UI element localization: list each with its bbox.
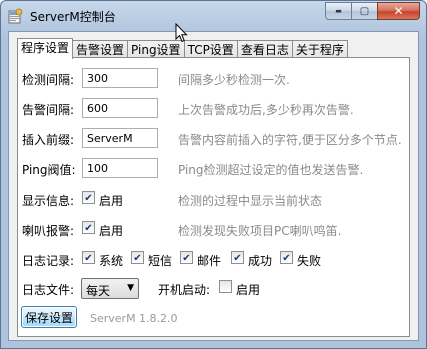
show-info-label: 显示信息: (22, 194, 75, 208)
beep-alarm-hint: 检测发现失败项目PC喇叭鸣笛. (178, 224, 342, 238)
log-failure-label[interactable]: 失败 (297, 252, 321, 269)
autostart-checkbox[interactable] (219, 280, 232, 293)
alarm-interval-label: 告警间隔: (22, 103, 75, 117)
maximize-button[interactable]: ▢ (351, 2, 377, 20)
close-icon: ✕ (393, 4, 404, 18)
prefix-hint: 告警内容前插入的字符,便于区分多个节点. (178, 133, 402, 147)
mouse-cursor-icon (175, 23, 188, 43)
log-file-row: 日志文件: 每天 ▼ 开机启动: 启用 (18, 278, 409, 300)
log-success-label[interactable]: 成功 (248, 252, 272, 269)
interval-row: 检测间隔: 间隔多少秒检测一次. (18, 68, 409, 90)
log-sms-label[interactable]: 短信 (148, 252, 172, 269)
settings-panel: 检测间隔: 间隔多少秒检测一次. 告警间隔: 上次告警成功后,多少秒再次告警. … (17, 57, 410, 337)
maximize-icon: ▢ (359, 5, 370, 17)
log-file-label: 日志文件: (22, 283, 75, 297)
log-file-selected-value: 每天 (86, 284, 111, 298)
prefix-input[interactable] (82, 128, 158, 148)
prefix-row: 插入前缀: 告警内容前插入的字符,便于区分多个节点. (18, 128, 409, 150)
autostart-label: 开机启动: (158, 283, 211, 297)
show-info-option-label[interactable]: 启用 (99, 192, 123, 209)
save-settings-button[interactable]: 保存设置 (21, 306, 77, 328)
show-info-hint: 检测的过程中显示当前状态 (178, 194, 323, 208)
title-bar[interactable]: ServerM控制台 ▬ ▢ ✕ (1, 1, 426, 31)
log-file-select[interactable]: 每天 ▼ (81, 278, 139, 299)
log-success-checkbox[interactable] (231, 251, 244, 264)
ping-threshold-hint: Ping检测超过设定的值也发送告警. (178, 163, 364, 177)
autostart-option-label[interactable]: 启用 (236, 281, 260, 298)
alarm-interval-row: 告警间隔: 上次告警成功后,多少秒再次告警. (18, 98, 409, 120)
minimize-icon: ▬ (335, 7, 342, 15)
close-button[interactable]: ✕ (377, 2, 420, 20)
ping-threshold-row: Ping阀值: Ping检测超过设定的值也发送告警. (18, 158, 409, 180)
log-sms-checkbox[interactable] (131, 251, 144, 264)
interval-input[interactable] (82, 68, 158, 88)
interval-label: 检测间隔: (22, 73, 75, 87)
log-record-label: 日志记录: (22, 254, 75, 268)
beep-alarm-row: 喇叭报警: 启用 检测发现失败项目PC喇叭鸣笛. (18, 219, 409, 241)
beep-alarm-option-label[interactable]: 启用 (99, 222, 123, 239)
ping-threshold-input[interactable] (82, 158, 158, 178)
app-icon (7, 8, 23, 24)
log-record-row: 日志记录: 系统 短信 邮件 成功 失败 (18, 249, 409, 271)
prefix-label: 插入前缀: (22, 133, 75, 147)
client-area: 程序设置 告警设置 Ping设置 TCP设置 查看日志 关于程序 检测间隔: 间… (8, 31, 419, 341)
alarm-interval-input[interactable] (82, 98, 158, 118)
dropdown-arrow-icon: ▼ (127, 283, 134, 293)
interval-hint: 间隔多少秒检测一次. (178, 73, 290, 87)
minimize-button[interactable]: ▬ (325, 2, 351, 20)
log-email-checkbox[interactable] (180, 251, 193, 264)
log-failure-checkbox[interactable] (280, 251, 293, 264)
log-email-label[interactable]: 邮件 (197, 252, 221, 269)
caption-buttons: ▬ ▢ ✕ (325, 2, 420, 20)
window-title: ServerM控制台 (30, 10, 116, 24)
log-system-checkbox[interactable] (82, 251, 95, 264)
beep-alarm-checkbox[interactable] (82, 221, 95, 234)
version-label: ServerM 1.8.2.0 (90, 312, 178, 325)
tab-program-settings[interactable]: 程序设置 (17, 38, 74, 59)
show-info-checkbox[interactable] (82, 191, 95, 204)
ping-threshold-label: Ping阀值: (22, 163, 76, 177)
alarm-interval-hint: 上次告警成功后,多少秒再次告警. (178, 103, 354, 117)
log-system-label[interactable]: 系统 (99, 252, 123, 269)
beep-alarm-label: 喇叭报警: (22, 224, 75, 238)
show-info-row: 显示信息: 启用 检测的过程中显示当前状态 (18, 189, 409, 211)
app-window: ServerM控制台 ▬ ▢ ✕ 程序设置 告警设置 Ping设置 TCP设置 … (0, 0, 427, 349)
